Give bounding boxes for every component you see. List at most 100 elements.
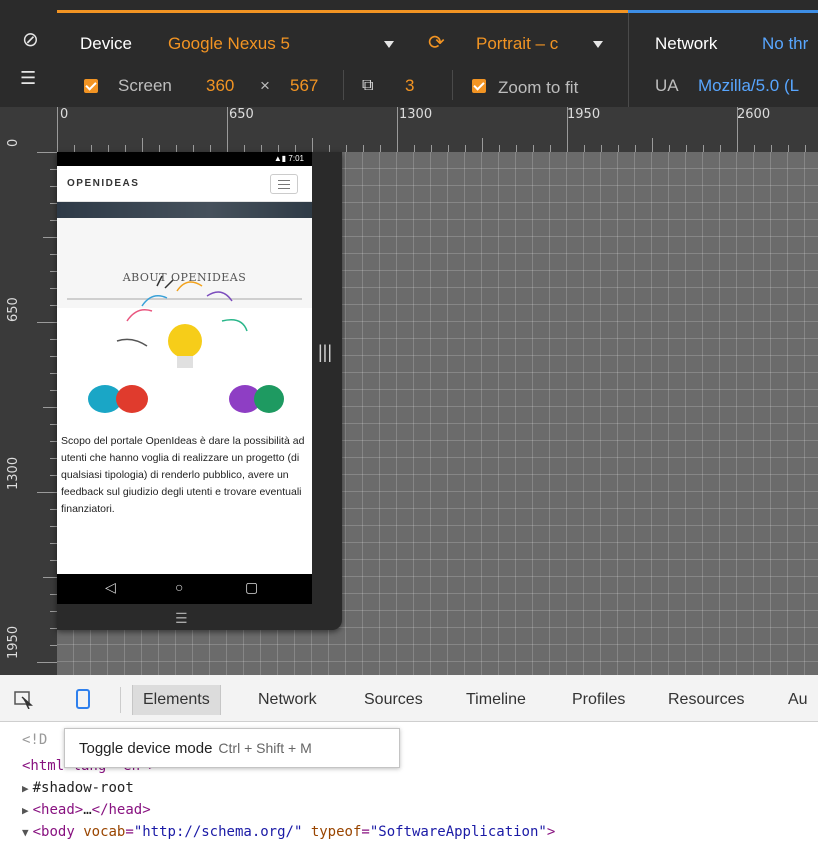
- tab-resources[interactable]: Resources: [658, 685, 754, 715]
- app-header: OPENIDEAS: [57, 166, 312, 202]
- tab-elements[interactable]: Elements: [132, 685, 221, 715]
- lightbulb-illustration: [88, 275, 284, 413]
- ruler-top-label: 1950: [567, 107, 601, 122]
- ruler-corner: 0: [0, 107, 57, 152]
- tooltip-shortcut: Ctrl + Shift + M: [218, 740, 312, 756]
- ruler-tick: [159, 145, 160, 152]
- ruler-tick: [363, 145, 364, 152]
- ruler-tick: [414, 145, 415, 152]
- expand-triangle-icon[interactable]: ▶: [22, 804, 29, 817]
- screen-label: Screen: [118, 76, 172, 95]
- back-icon[interactable]: ◁: [105, 579, 116, 596]
- ruler-tick: [227, 107, 228, 152]
- hamburger-menu-icon[interactable]: [270, 174, 298, 194]
- ruler-tick: [346, 145, 347, 152]
- tab-au[interactable]: Au: [778, 685, 818, 715]
- ruler-tick: [43, 237, 57, 238]
- tab-profiles[interactable]: Profiles: [562, 685, 635, 715]
- ruler-tick: [584, 145, 585, 152]
- ruler-top-label: 2600: [737, 107, 771, 122]
- ruler-tick: [465, 145, 466, 152]
- body-attr-vocab-value: "http://schema.org/": [133, 824, 303, 840]
- status-time: 7:01: [288, 154, 304, 163]
- ruler-tick: [50, 254, 57, 255]
- hero-image: [57, 202, 312, 218]
- ruler-tick: [50, 305, 57, 306]
- ruler-tick: [193, 145, 194, 152]
- shadow-root-line[interactable]: ▶ #shadow-root: [22, 780, 134, 796]
- device-mode-icon[interactable]: [76, 689, 90, 709]
- tab-sources[interactable]: Sources: [354, 685, 433, 715]
- expand-triangle-icon[interactable]: ▶: [22, 782, 29, 795]
- inspect-element-icon[interactable]: [14, 691, 34, 709]
- recent-apps-icon[interactable]: ▢: [245, 579, 258, 596]
- ruler-tick: [91, 145, 92, 152]
- network-select[interactable]: No thr: [762, 34, 808, 54]
- ruler-tick: [261, 145, 262, 152]
- ruler-tick: [50, 628, 57, 629]
- resize-handle-icon[interactable]: |||: [315, 342, 335, 372]
- ruler-tick: [295, 145, 296, 152]
- ruler-tick: [50, 543, 57, 544]
- ruler-top-label: 1300: [399, 107, 433, 122]
- device-select[interactable]: Google Nexus 5: [168, 34, 290, 54]
- ruler-tick: [703, 145, 704, 152]
- ruler-left: 065013001950: [0, 152, 57, 675]
- orientation-caret-icon[interactable]: [593, 41, 603, 48]
- shadow-root-label: #shadow-root: [32, 780, 134, 796]
- head-ellipsis: …: [83, 802, 92, 818]
- head-line[interactable]: ▶ <head>…</head>: [22, 802, 151, 818]
- block-icon[interactable]: ⊘: [22, 30, 39, 50]
- ruler-tick: [635, 145, 636, 152]
- ruler-tick: [43, 577, 57, 578]
- tab-network[interactable]: Network: [248, 685, 327, 715]
- rotate-icon[interactable]: ⟳: [428, 33, 445, 53]
- ruler-tick: [50, 390, 57, 391]
- home-icon[interactable]: ○: [175, 579, 183, 595]
- bottom-resize-handle-icon[interactable]: ☰: [175, 610, 188, 627]
- ruler-tick: [448, 145, 449, 152]
- android-nav-bar: ◁ ○ ▢: [57, 574, 312, 604]
- ruler-tick: [499, 145, 500, 152]
- ruler-tick: [50, 186, 57, 187]
- tooltip-label: Toggle device mode: [79, 740, 213, 757]
- separator: [343, 70, 344, 100]
- ruler-tick: [533, 145, 534, 152]
- ruler-tick: [805, 145, 806, 152]
- orientation-select[interactable]: Portrait – c: [476, 34, 558, 54]
- separator: [120, 687, 121, 713]
- ruler-left-label: 1950: [6, 625, 21, 659]
- app-brand[interactable]: OPENIDEAS: [67, 178, 139, 189]
- ruler-tick: [57, 107, 58, 152]
- ruler-tick: [142, 138, 143, 152]
- ruler-tick: [50, 424, 57, 425]
- body-close-bracket: >: [546, 824, 556, 840]
- phone-status-bar: ▲▮ 7:01: [57, 152, 312, 166]
- body-line[interactable]: ▼ <body vocab="http://schema.org/" typeof…: [22, 824, 555, 840]
- ruler-tick: [244, 145, 245, 152]
- ruler-tick: [278, 145, 279, 152]
- user-agent-input[interactable]: Mozilla/5.0 (L: [698, 76, 799, 96]
- head-close-tag: </head>: [91, 802, 151, 818]
- screen-width-input[interactable]: 360: [206, 76, 234, 96]
- collapse-triangle-icon[interactable]: ▼: [22, 826, 29, 839]
- ruler-tick: [43, 407, 57, 408]
- ruler-tick: [37, 492, 57, 493]
- screen-height-input[interactable]: 567: [290, 76, 318, 96]
- ruler-tick: [312, 138, 313, 152]
- ruler-tick: [50, 441, 57, 442]
- doctype-line[interactable]: <!D: [22, 732, 47, 748]
- devtools-tab-bar: Elements Network Sources Timeline Profiles Re…: [0, 675, 818, 722]
- tab-timeline[interactable]: Timeline: [456, 685, 536, 715]
- media-queries-icon[interactable]: ☰: [20, 68, 36, 88]
- dpr-input[interactable]: 3: [405, 76, 414, 96]
- ruler-tick: [618, 145, 619, 152]
- section-divider: [628, 13, 629, 107]
- screen-checkbox[interactable]: [84, 79, 98, 93]
- device-caret-icon[interactable]: [384, 41, 394, 48]
- phone-screen[interactable]: OPENIDEAS ABOUT OPENIDEAS Scopo del port…: [57, 166, 312, 574]
- ruler-tick: [37, 152, 57, 153]
- zoom-to-fit-checkbox[interactable]: [472, 79, 486, 93]
- ruler-top-label: 0: [60, 107, 69, 122]
- ruler-top: 0 650 1300 1950 2600: [57, 107, 818, 152]
